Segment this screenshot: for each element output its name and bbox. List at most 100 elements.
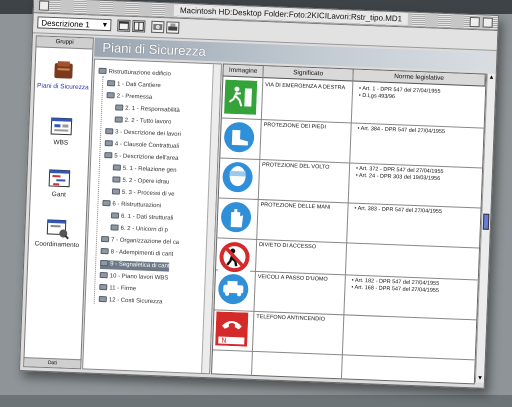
significato-cell: Protezione delle mani xyxy=(260,202,331,211)
tree-item[interactable]: 12 - Costi Sicurezza xyxy=(98,295,163,308)
norme-cell: • Art. 182 - DPR 547 del 27/04/1955 • Art… xyxy=(351,278,469,297)
tree-item-label: 2. 1 - Responsabilità xyxy=(125,105,180,114)
sidebar-item-coordinamento[interactable]: Coordinamento xyxy=(29,216,86,249)
outline-node-icon[interactable] xyxy=(115,104,124,112)
view-single-button[interactable] xyxy=(117,19,131,32)
hand-protection-sign-icon xyxy=(219,199,253,237)
norme-cell xyxy=(353,246,471,251)
outline-node-icon[interactable] xyxy=(102,200,111,207)
tree-item[interactable]: 6. 1 - Dati strutturali xyxy=(110,212,174,224)
sidebar-item-gant[interactable]: Gant xyxy=(31,166,88,199)
outline-node-icon[interactable] xyxy=(100,260,109,267)
scroll-up-arrow-icon[interactable]: ▲ xyxy=(488,75,494,81)
tree-item[interactable]: 6. 2 - Unicorn di p xyxy=(110,224,169,236)
tree-item[interactable]: 1 - Dati Cantiere xyxy=(106,80,161,92)
tree-item[interactable]: 2. 2 - Tutto lavoro xyxy=(114,116,172,128)
outline-node-icon[interactable] xyxy=(100,236,110,243)
sidebar-item-wbs[interactable]: WBS xyxy=(33,114,90,147)
coordination-icon xyxy=(45,217,70,240)
collapse-box-button[interactable] xyxy=(482,17,493,28)
outline-node-icon[interactable] xyxy=(100,248,109,255)
tree-item-label: 8 - Adempimenti di cant xyxy=(110,249,174,258)
tree-item[interactable]: 5. 2 - Opere idrau xyxy=(112,176,170,188)
outline-node-icon[interactable] xyxy=(112,164,121,172)
tree-item-label: 12 - Costi Sicurezza xyxy=(108,297,163,306)
printer-icon xyxy=(168,23,178,31)
tree-item-label: 6. 1 - Dati strutturali xyxy=(120,213,174,222)
sidebar-item-label: Gant xyxy=(51,191,66,199)
tree-item[interactable]: 7 - Organizzazione del ca xyxy=(100,235,180,248)
folder-book-icon xyxy=(51,59,76,82)
svg-text:N: N xyxy=(221,337,227,345)
norme-text: Art. 384 - DPR 547 del 27/04/1955 xyxy=(360,125,446,136)
outline-node-icon[interactable] xyxy=(98,68,107,75)
close-box-button[interactable] xyxy=(38,0,50,11)
norme-entry: • Art. 383 - DPR 547 del 27/04/1955 xyxy=(354,206,472,218)
tree-item[interactable]: 5. 3 - Processi di ve xyxy=(111,188,175,200)
outline-node-icon[interactable] xyxy=(99,284,108,291)
tree-item[interactable]: 3 - Descrizione dei lavori xyxy=(105,128,182,140)
outline-node-icon[interactable] xyxy=(104,152,113,159)
description-select[interactable]: Descrizione 1 ▼ xyxy=(37,16,112,32)
tree-item[interactable]: 5 - Descrizione dell'area xyxy=(104,152,179,164)
tree-item[interactable]: 2. 1 - Responsabilità xyxy=(114,104,180,116)
tree-item[interactable]: 6 - Ristrutturazioni xyxy=(102,200,162,212)
norme-text: D.Lgs 493/96 xyxy=(362,92,396,101)
gantt-chart-icon xyxy=(47,167,72,190)
outline-node-icon[interactable] xyxy=(114,116,123,124)
tree-item[interactable]: 8 - Adempimenti di cant xyxy=(100,247,174,260)
significato-cell: Via di emergenza a destra xyxy=(265,82,346,92)
tree-item-label: 5. 1 - Relazione gen xyxy=(122,165,177,174)
outline-node-icon[interactable] xyxy=(105,128,114,135)
norme-text: Art. 383 - DPR 547 del 27/04/1955 xyxy=(357,205,443,216)
preview-icon xyxy=(153,23,163,31)
tree-item[interactable]: 5. 1 - Relazione gen xyxy=(112,164,177,176)
tree-guide-line xyxy=(93,75,104,304)
sidebar-item-piani[interactable]: Piani di Sicurezza xyxy=(35,58,92,91)
norme-cell xyxy=(350,318,468,323)
scroll-thumb[interactable] xyxy=(482,213,490,230)
outline-tree: Ristrutturazione edificio 1 - Dati Cantie… xyxy=(82,58,222,375)
outline-node-icon[interactable] xyxy=(98,296,107,303)
tree-item[interactable]: 10 - Piano lavori WBS xyxy=(99,271,169,284)
tree-item[interactable]: Ristrutturazione edificio xyxy=(98,67,172,80)
outline-node-icon[interactable] xyxy=(106,92,115,99)
tree-item[interactable]: 2 - Premessa xyxy=(106,92,153,103)
tree-item[interactable]: 11 - Firme xyxy=(99,283,137,295)
tree-item-label: 4 - Clausole Contrattuali xyxy=(114,141,180,150)
tree-item-label: Ristrutturazione edificio xyxy=(108,69,171,78)
window-icon xyxy=(118,20,129,31)
view-split-button[interactable] xyxy=(132,20,146,33)
tree-item[interactable]: 9 - Segnaletica di cant xyxy=(99,259,170,272)
outline-node-icon[interactable] xyxy=(99,272,108,279)
outline-node-icon[interactable] xyxy=(110,224,119,232)
protective-footwear-sign-icon xyxy=(222,119,256,157)
outline-node-icon[interactable] xyxy=(111,188,121,196)
tree-item-label: 3 - Descrizione dei lavori xyxy=(115,129,181,138)
tree-item-label: 11 - Firme xyxy=(109,285,137,293)
scroll-down-arrow-icon[interactable]: ▼ xyxy=(477,376,483,382)
outline-node-icon[interactable] xyxy=(104,140,113,147)
tree-item-label: 5. 2 - Opere idrau xyxy=(122,177,170,186)
column-header-immagine[interactable]: Immagine xyxy=(223,64,264,79)
tree-item[interactable]: 4 - Clausole Contrattuali xyxy=(104,140,180,152)
print-button[interactable] xyxy=(166,21,180,34)
emergency-exit-sign-icon xyxy=(224,79,258,117)
tree-item-label: 7 - Organizzazione del ca xyxy=(110,237,180,246)
tree-item-label: 5 - Descrizione dell'area xyxy=(114,153,179,162)
norme-cell: • Art. 1 - DPR 547 del 27/04/1955 • D.Lgs… xyxy=(359,86,477,105)
tree-item-label: 10 - Piano lavori WBS xyxy=(109,273,169,282)
signage-table: Immagine Significato Norme legislative V… xyxy=(211,63,487,385)
outline-node-icon[interactable] xyxy=(112,176,121,184)
sidebar-footer: Dati xyxy=(24,357,81,369)
outline-node-icon[interactable] xyxy=(110,212,120,220)
no-entry-sign-icon xyxy=(217,239,252,275)
preview-button[interactable] xyxy=(151,20,165,34)
sidebar-item-label: Coordinamento xyxy=(34,240,80,250)
norme-cell: • Art. 383 - DPR 547 del 27/04/1955 xyxy=(354,206,472,218)
zoom-box-button[interactable] xyxy=(469,16,480,28)
tree-item-label: 6 - Ristrutturazioni xyxy=(112,201,162,210)
tree-item-label: 2. 2 - Tutto lavoro xyxy=(124,117,172,126)
app-window: Macintosh HD:Desktop Folder:Foto:2KICILa… xyxy=(18,0,500,389)
outline-node-icon[interactable] xyxy=(106,80,116,87)
